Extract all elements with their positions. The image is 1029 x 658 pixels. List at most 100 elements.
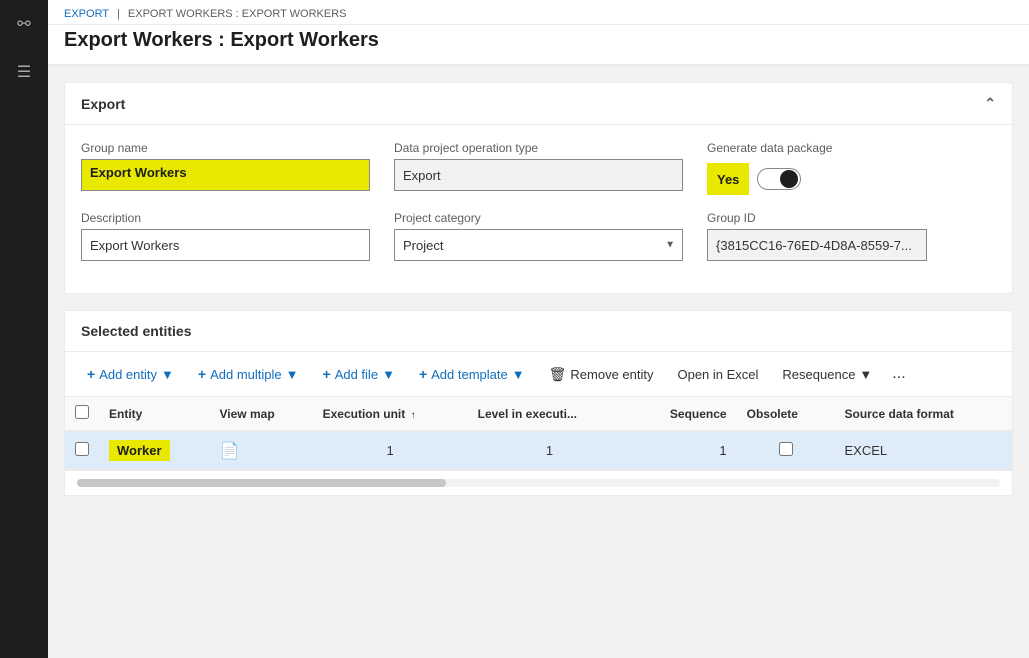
resequence-label: Resequence [782, 367, 855, 382]
col-obsolete: Obsolete [737, 397, 835, 431]
add-entity-button[interactable]: + Add entity ▼ [77, 361, 184, 387]
col-level-in-execution: Level in executi... [468, 397, 632, 431]
generate-package-toggle[interactable] [757, 168, 801, 190]
view-map-icon[interactable]: 📄 [220, 443, 240, 460]
breadcrumb-separator: | [117, 8, 120, 20]
group-id-label: Group ID [707, 211, 996, 225]
col-checkbox [65, 397, 99, 431]
group-id-input[interactable] [707, 229, 927, 261]
selected-entities-header: Selected entities [65, 311, 1012, 352]
project-category-wrapper: Project Integration Connector ▼ [394, 229, 683, 261]
selected-entities-title: Selected entities [81, 323, 192, 339]
obsolete-checkbox[interactable] [779, 442, 793, 456]
row-checkbox[interactable] [75, 442, 89, 456]
row-level-cell: 1 [468, 431, 632, 470]
description-input[interactable] [81, 229, 370, 261]
data-project-op-input[interactable] [394, 159, 683, 191]
add-template-label: Add template [431, 367, 508, 382]
menu-icon[interactable]: ☰ [8, 56, 40, 88]
breadcrumb: EXPORT | EXPORT WORKERS : EXPORT WORKERS [48, 0, 1029, 25]
add-entity-chevron: ▼ [161, 367, 174, 382]
description-label: Description [81, 211, 370, 225]
selected-entities-card: Selected entities + Add entity ▼ + Add m… [64, 310, 1013, 496]
group-id-field: Group ID [707, 211, 996, 261]
breadcrumb-current: EXPORT WORKERS : EXPORT WORKERS [128, 8, 347, 20]
export-card-title: Export [81, 96, 125, 112]
entity-table-scroll[interactable]: Entity View map Execution unit ↑ Level i… [65, 397, 1012, 470]
toggle-yes-label: Yes [707, 163, 749, 195]
row-sequence-cell: 1 [631, 431, 736, 470]
row-entity-cell: Worker [99, 431, 210, 470]
export-card-body: Group name Export Workers Data project o… [65, 125, 1012, 293]
row-view-map-cell: 📄 [210, 431, 313, 470]
more-icon: ... [892, 365, 905, 383]
horizontal-scrollbar-container [65, 470, 1012, 495]
col-entity: Entity [99, 397, 210, 431]
col-view-map-label: View map [220, 407, 275, 421]
group-name-value[interactable]: Export Workers [81, 159, 370, 191]
col-source-data-format: Source data format [835, 397, 1013, 431]
main-content: EXPORT | EXPORT WORKERS : EXPORT WORKERS… [48, 0, 1029, 658]
page-title: Export Workers : Export Workers [64, 29, 1013, 52]
plus-icon: + [87, 366, 95, 382]
entity-table-body: Worker 📄 1 1 1 EXCEL [65, 431, 1012, 470]
trash-icon: 🗑 [549, 366, 567, 383]
open-in-excel-button[interactable]: Open in Excel [667, 362, 768, 387]
group-name-label: Group name [81, 141, 370, 155]
generate-data-package-field: Generate data package Yes [707, 141, 996, 195]
entity-table: Entity View map Execution unit ↑ Level i… [65, 397, 1012, 470]
data-project-op-field: Data project operation type [394, 141, 683, 195]
col-execution-unit-label: Execution unit [323, 407, 406, 421]
toggle-group: Yes [707, 163, 996, 195]
entity-name-badge: Worker [109, 440, 170, 461]
description-field: Description [81, 211, 370, 261]
page-title-bar: Export Workers : Export Workers [48, 25, 1029, 65]
add-file-plus-icon: + [323, 366, 331, 382]
col-level-label: Level in executi... [478, 407, 577, 421]
table-row[interactable]: Worker 📄 1 1 1 EXCEL [65, 431, 1012, 470]
add-template-button[interactable]: + Add template ▼ [409, 361, 535, 387]
entity-table-header: Entity View map Execution unit ↑ Level i… [65, 397, 1012, 431]
add-template-plus-icon: + [419, 366, 427, 382]
remove-entity-label: Remove entity [570, 367, 653, 382]
content-area: Export ⌃ Group name Export Workers Data … [48, 66, 1029, 658]
breadcrumb-export-link[interactable]: EXPORT [64, 8, 109, 20]
collapse-icon[interactable]: ⌃ [984, 95, 996, 112]
add-multiple-button[interactable]: + Add multiple ▼ [188, 361, 309, 387]
row-checkbox-cell [65, 431, 99, 470]
col-source-data-format-label: Source data format [845, 407, 954, 421]
col-execution-unit: Execution unit ↑ [313, 397, 468, 431]
row-source-data-format-cell: EXCEL [835, 431, 1013, 470]
remove-entity-button[interactable]: 🗑 Remove entity [539, 361, 664, 388]
filter-icon[interactable]: ⚯ [8, 8, 40, 40]
scrollbar-track[interactable] [77, 479, 1000, 487]
more-options-button[interactable]: ... [886, 360, 911, 388]
generate-data-package-label: Generate data package [707, 141, 996, 155]
row-execution-unit-cell: 1 [313, 431, 468, 470]
add-entity-label: Add entity [99, 367, 157, 382]
add-multiple-plus-icon: + [198, 366, 206, 382]
scrollbar-thumb[interactable] [77, 479, 446, 487]
col-entity-label: Entity [109, 407, 142, 421]
form-row-2: Description Project category Project Int… [81, 211, 996, 261]
col-sequence: Sequence [631, 397, 736, 431]
add-file-button[interactable]: + Add file ▼ [313, 361, 405, 387]
toggle-knob [780, 170, 798, 188]
group-name-field: Group name Export Workers [81, 141, 370, 195]
data-project-op-label: Data project operation type [394, 141, 683, 155]
form-row-1: Group name Export Workers Data project o… [81, 141, 996, 195]
resequence-chevron: ▼ [859, 367, 872, 382]
entities-toolbar: + Add entity ▼ + Add multiple ▼ + Add fi… [65, 352, 1012, 397]
col-obsolete-label: Obsolete [747, 407, 798, 421]
project-category-label: Project category [394, 211, 683, 225]
resequence-button[interactable]: Resequence ▼ [772, 362, 882, 387]
sort-asc-icon: ↑ [411, 410, 416, 421]
col-view-map: View map [210, 397, 313, 431]
project-category-select[interactable]: Project Integration Connector [394, 229, 683, 261]
export-card-header: Export ⌃ [65, 83, 1012, 125]
add-multiple-chevron: ▼ [286, 367, 299, 382]
select-all-checkbox[interactable] [75, 405, 89, 419]
sidebar: ⚯ ☰ [0, 0, 48, 658]
add-template-chevron: ▼ [512, 367, 525, 382]
col-sequence-label: Sequence [670, 407, 727, 421]
